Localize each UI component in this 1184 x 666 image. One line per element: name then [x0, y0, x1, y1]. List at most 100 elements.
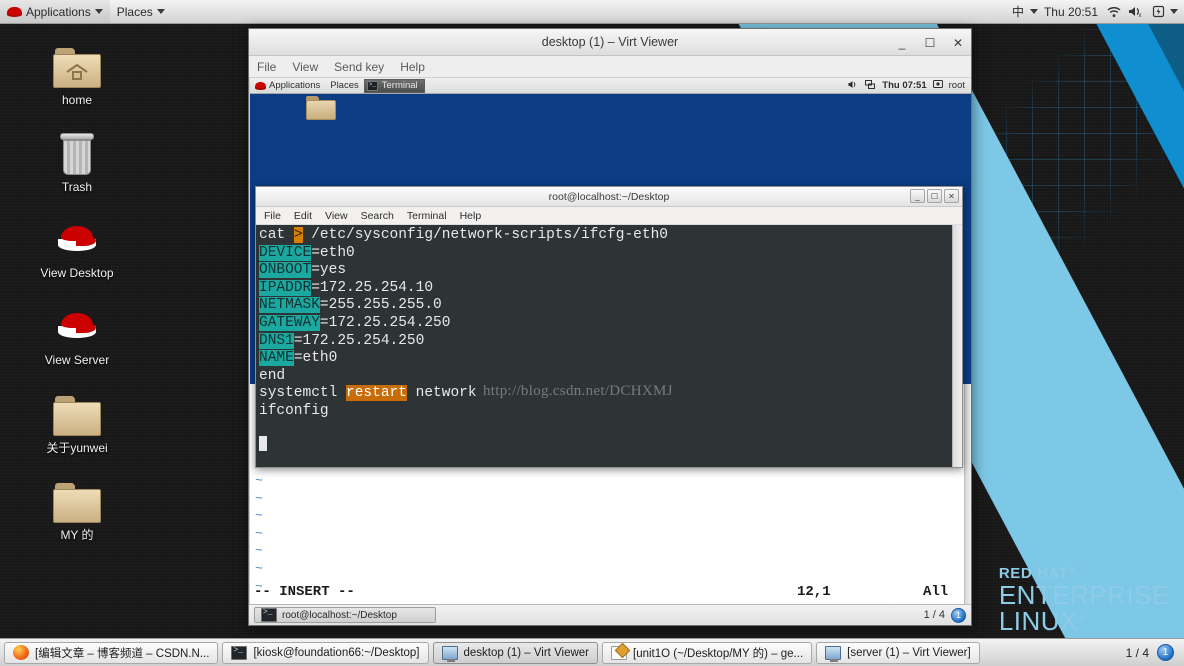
taskbar-item-gedit[interactable]: [unit1O (~/Desktop/MY 的) – ge... — [602, 641, 813, 664]
terminal-menu-terminal[interactable]: Terminal — [407, 210, 447, 222]
terminal-scrollbar[interactable] — [952, 225, 962, 467]
taskbar-item-kiosk-terminal[interactable]: [kiosk@foundation66:~/Desktop] — [222, 641, 429, 664]
terminal-output: cat > /etc/sysconfig/network-scripts/ifc… — [256, 225, 952, 467]
desktop-icon-view-server[interactable]: View Server — [22, 298, 132, 367]
terminal-window: root@localhost:~/Desktop _ ☐ ✕ File Edit… — [255, 186, 963, 468]
vm-user-label[interactable]: root — [949, 80, 965, 91]
terminal-text-segment: end — [259, 367, 286, 384]
folder-icon — [22, 473, 132, 523]
user-icon — [932, 79, 943, 92]
house-glyph — [66, 63, 88, 80]
terminal-line: systemctl restart network — [259, 385, 952, 403]
menu-file[interactable]: File — [257, 60, 276, 74]
virt-workspace-badge[interactable]: 1 — [951, 607, 966, 623]
terminal-line: ifconfig — [259, 403, 952, 421]
vm-taskbar-terminal-label: Terminal — [381, 80, 418, 91]
vim-tilde: ~ — [255, 472, 263, 488]
vm-desktop: Applications Places Terminal — [250, 78, 971, 604]
brand-trademark-1: ® — [1068, 564, 1076, 574]
vim-tilde: ~ — [255, 543, 263, 559]
terminal-menu-edit[interactable]: Edit — [294, 210, 312, 222]
terminal-menu-file[interactable]: File — [264, 210, 281, 222]
menu-help[interactable]: Help — [400, 60, 425, 74]
screen: RED HAT® ENTERPRISE LINUX® home Trash Vi — [0, 0, 1184, 666]
network-icon[interactable] — [865, 79, 876, 92]
svg-text:x: x — [1139, 13, 1142, 18]
terminal-maximize-button[interactable]: ☐ — [927, 189, 942, 203]
minimize-button[interactable]: _ — [895, 37, 909, 49]
applications-menu-label: Applications — [26, 4, 91, 19]
terminal-body[interactable]: cat > /etc/sysconfig/network-scripts/ifc… — [256, 225, 962, 467]
terminal-text-segment: GATEWAY — [259, 314, 320, 331]
vm-window-task-button[interactable]: root@localhost:~/Desktop — [254, 607, 436, 623]
terminal-text-segment: =eth0 — [311, 244, 355, 261]
taskbar-workspace-switcher: 1 / 4 1 — [1126, 644, 1180, 661]
volume-icon[interactable] — [848, 80, 859, 92]
chevron-down-icon — [94, 9, 103, 14]
vim-tilde: ~ — [255, 560, 263, 576]
terminal-icon — [366, 80, 378, 91]
wifi-icon[interactable] — [1104, 2, 1124, 22]
places-menu-label: Places — [116, 4, 153, 19]
vim-scroll-indicator: All — [923, 584, 949, 600]
vm-taskbar-terminal[interactable]: Terminal — [363, 78, 425, 93]
terminal-text-segment: NAME — [259, 350, 294, 367]
clock[interactable]: Thu 20:51 — [1040, 5, 1102, 19]
menu-view[interactable]: View — [292, 60, 318, 74]
desktop-icon-label: home — [61, 93, 93, 107]
desktop-icon-label: View Server — [44, 353, 110, 367]
taskbar-item-label: desktop (1) – Virt Viewer — [463, 646, 590, 659]
battery-icon[interactable] — [1148, 2, 1168, 22]
terminal-menu-search[interactable]: Search — [361, 210, 394, 222]
vm-clock[interactable]: Thu 07:51 — [882, 80, 926, 91]
vm-scrollbar[interactable] — [964, 384, 971, 604]
vm-desktop-folder-icon[interactable] — [306, 96, 336, 122]
taskbar-item-desktop-virt-viewer[interactable]: desktop (1) – Virt Viewer — [432, 641, 599, 664]
desktop-icon-view-desktop[interactable]: View Desktop — [22, 211, 132, 280]
maximize-button[interactable]: ☐ — [923, 37, 937, 49]
vm-places-menu[interactable]: Places — [325, 78, 364, 93]
chevron-down-icon[interactable] — [1170, 9, 1178, 14]
top-panel: Applications Places 中 Thu 20:51 x — [0, 0, 1184, 24]
brand-line-2: ENTERPRISE — [998, 580, 1170, 610]
desktop-icon-guanyu-yunwei[interactable]: 关于yunwei — [22, 386, 132, 455]
virt-workspace-count: 1 / 4 — [923, 609, 945, 621]
chevron-down-icon[interactable] — [1029, 9, 1038, 14]
volume-muted-icon[interactable]: x — [1126, 2, 1146, 22]
redhat-logo-icon — [255, 81, 266, 90]
applications-menu[interactable]: Applications — [0, 0, 110, 23]
virt-viewer-titlebar[interactable]: desktop (1) – Virt Viewer _ ☐ ✕ — [249, 29, 971, 56]
terminal-minimize-button[interactable]: _ — [910, 189, 925, 203]
virt-viewer-guest-display[interactable]: Applications Places Terminal — [249, 78, 971, 604]
terminal-menubar: File Edit View Search Terminal Help — [256, 207, 962, 225]
terminal-line: end — [259, 368, 952, 386]
desktop-icon-home[interactable]: home — [22, 38, 132, 107]
terminal-line: NAME=eth0 — [259, 350, 952, 368]
terminal-line: GATEWAY=172.25.254.250 — [259, 314, 952, 333]
close-button[interactable]: ✕ — [951, 37, 965, 49]
terminal-text-segment: =172.25.254.250 — [319, 314, 451, 331]
terminal-menu-help[interactable]: Help — [460, 210, 482, 222]
terminal-text-segment: /etc/sysconfig/network-scripts/ifcfg-eth… — [302, 227, 668, 243]
menu-send-key[interactable]: Send key — [334, 60, 384, 74]
places-menu[interactable]: Places — [110, 0, 172, 23]
input-method-indicator[interactable]: 中 — [1008, 3, 1028, 20]
terminal-text-segment: DEVICE — [259, 244, 312, 261]
terminal-menu-view[interactable]: View — [325, 210, 348, 222]
taskbar-item-firefox[interactable]: [编辑文章 – 博客频道 – CSDN.N... — [4, 641, 219, 664]
desktop-icon-my-de[interactable]: MY 的 — [22, 473, 132, 542]
taskbar-item-server-virt-viewer[interactable]: [server (1) – Virt Viewer] — [816, 641, 980, 664]
terminal-window-controls: _ ☐ ✕ — [910, 189, 959, 203]
redhat-logo-icon — [7, 5, 22, 18]
terminal-text-segment: IPADDR — [259, 279, 312, 296]
virt-viewer-menubar: File View Send key Help — [249, 56, 971, 78]
vm-applications-menu[interactable]: Applications — [250, 78, 325, 93]
terminal-titlebar[interactable]: root@localhost:~/Desktop _ ☐ ✕ — [256, 187, 962, 207]
taskbar-item-label: [kiosk@foundation66:~/Desktop] — [253, 646, 420, 659]
taskbar-item-label: [编辑文章 – 博客频道 – CSDN.N... — [35, 647, 210, 660]
terminal-text-segment: cat — [259, 227, 294, 243]
desktop-icon-trash[interactable]: Trash — [22, 125, 132, 194]
terminal-close-button[interactable]: ✕ — [944, 189, 959, 203]
workspace-badge[interactable]: 1 — [1157, 644, 1174, 661]
vm-places-label: Places — [330, 80, 359, 91]
